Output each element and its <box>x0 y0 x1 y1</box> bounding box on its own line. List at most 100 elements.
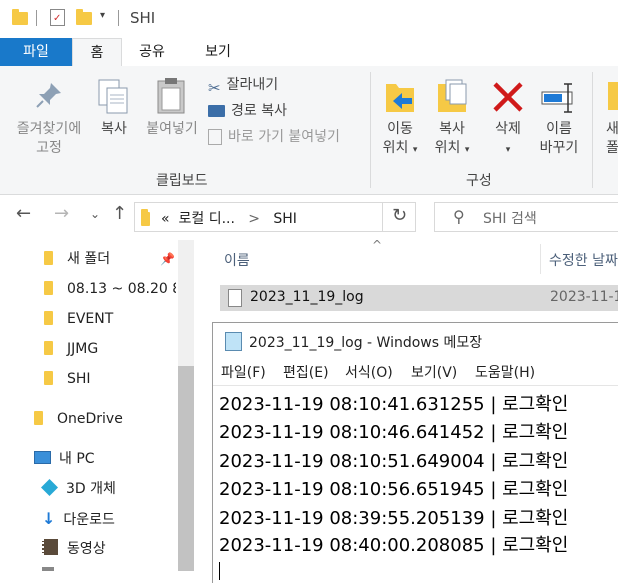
notepad-title-bar[interactable]: 2023_11_19_log - Windows 메모장 <box>213 323 618 359</box>
search-placeholder: SHI 검색 <box>483 211 537 227</box>
breadcrumb-shi[interactable]: SHI <box>273 211 297 227</box>
rename-button[interactable]: 이름 바꾸기 <box>534 76 584 168</box>
group-separator <box>592 72 593 188</box>
nav-item-label: EVENT <box>67 311 114 327</box>
text-file-icon <box>228 289 242 307</box>
paste-button[interactable]: 붙여넣기 <box>140 76 204 166</box>
tab-file[interactable]: 파일 <box>0 38 72 66</box>
delete-button[interactable]: 삭제 ▾ <box>484 76 532 168</box>
menu-edit[interactable]: 편집(E) <box>283 362 329 382</box>
up-arrow-icon[interactable]: ↑ <box>112 203 127 224</box>
forward-arrow-icon[interactable]: → <box>54 203 69 224</box>
copy-icon <box>98 79 128 114</box>
window-title: SHI <box>130 9 156 27</box>
properties-icon[interactable]: ✓ <box>50 9 65 26</box>
navigation-pane: 새 폴더 📌 08.13 ~ 08.20 8월 EVENT JJMG SHI O… <box>0 240 196 571</box>
new-folder-icon <box>608 82 618 110</box>
search-input[interactable]: ⚲ SHI 검색 <box>434 202 618 232</box>
path-overflow[interactable]: « <box>161 211 170 227</box>
nav-item-3d-objects[interactable]: 3D 개체 <box>41 477 116 501</box>
menu-help[interactable]: 도움말(H) <box>475 362 535 382</box>
delete-icon <box>493 82 523 112</box>
nav-item-label: 새 폴더 <box>67 251 111 267</box>
paste-shortcut-button[interactable]: 바로 가기 붙여넣기 <box>208 126 340 148</box>
cut-button[interactable]: ✂ 잘라내기 <box>208 74 278 97</box>
scissors-icon: ✂ <box>208 79 221 97</box>
nav-item-label: OneDrive <box>57 411 123 427</box>
menu-view[interactable]: 보기(V) <box>411 362 457 382</box>
chevron-down-icon: ▾ <box>505 145 511 155</box>
log-line: 2023-11-19 08:40:00.208085 | 로그확인 <box>219 535 569 556</box>
nav-item-new-folder[interactable]: 새 폴더 📌 <box>44 247 175 271</box>
log-line: 2023-11-19 08:39:55.205139 | 로그확인 <box>219 508 569 529</box>
navigation-bar: ← → ⌄ ↑ « 로컬 디... > SHI ↻ ⚲ SHI 검색 <box>0 195 618 239</box>
nav-item-aug[interactable]: 08.13 ~ 08.20 8월 <box>44 277 176 301</box>
rename-line1: 이름 <box>546 121 572 137</box>
menu-format[interactable]: 서식(O) <box>345 362 393 382</box>
menu-file[interactable]: 파일(F) <box>221 362 266 382</box>
pin-quick-access-button[interactable]: 즐겨찾기에 고정 <box>8 76 90 166</box>
group-separator <box>370 72 371 188</box>
log-line: 2023-11-19 08:10:46.641452 | 로그확인 <box>219 422 569 443</box>
paste-shortcut-icon <box>208 129 222 145</box>
paste-icon <box>157 78 185 114</box>
nav-item-shi[interactable]: SHI <box>44 367 91 391</box>
log-line: 2023-11-19 08:10:41.631255 | 로그확인 <box>219 394 569 415</box>
pin-label-line1: 즐겨찾기에 <box>16 121 82 137</box>
folder-icon <box>44 281 53 295</box>
nav-item-label: 08.13 ~ 08.20 8월 <box>67 281 176 297</box>
nav-item-downloads[interactable]: ↓ 다운로드 <box>42 507 115 531</box>
delete-label: 삭제 <box>495 121 521 137</box>
scrollbar-thumb[interactable] <box>178 366 194 571</box>
file-modified: 2023-11-19 <box>550 289 618 305</box>
nav-item-jjmg[interactable]: JJMG <box>44 337 98 361</box>
rename-line2: 바꾸기 <box>539 140 579 156</box>
nav-item-label: 동영상 <box>67 541 106 557</box>
recent-locations-chevron-icon[interactable]: ⌄ <box>90 207 100 221</box>
folder-icon <box>44 341 53 355</box>
copy-to-line2: 위치 <box>434 140 461 156</box>
back-arrow-icon[interactable]: ← <box>16 203 31 224</box>
address-bar[interactable]: « 로컬 디... > SHI <box>134 202 416 232</box>
notepad-menu-bar: 파일(F) 편집(E) 서식(O) 보기(V) 도움말(H) <box>213 359 618 385</box>
nav-item-videos[interactable]: 동영상 <box>42 537 106 561</box>
nav-item-partial <box>42 567 54 571</box>
nav-item-this-pc[interactable]: 내 PC <box>34 447 95 471</box>
refresh-icon[interactable]: ↻ <box>382 202 416 232</box>
file-row[interactable]: 2023_11_19_log 2023-11-19 <box>220 285 618 311</box>
separator <box>118 10 119 26</box>
navpane-scrollbar[interactable] <box>178 240 194 571</box>
move-to-line2: 위치 <box>382 140 409 156</box>
folder-icon <box>34 411 43 425</box>
copy-button[interactable]: 복사 <box>92 76 136 166</box>
log-line: 2023-11-19 08:10:51.649004 | 로그확인 <box>219 451 569 472</box>
nav-item-onedrive[interactable]: OneDrive <box>34 407 123 431</box>
breadcrumb-local-disk[interactable]: 로컬 디... <box>178 211 234 227</box>
separator <box>36 10 37 26</box>
copy-path-button[interactable]: 경로 복사 <box>208 100 287 122</box>
tab-view[interactable]: 보기 <box>188 38 248 66</box>
column-header-modified[interactable]: 수정한 날짜 <box>549 250 618 270</box>
move-to-button[interactable]: 이동 위치 ▾ <box>376 76 424 168</box>
paste-label: 붙여넣기 <box>146 121 198 137</box>
column-header-name[interactable]: 이름 <box>224 250 250 270</box>
nav-item-label: SHI <box>67 371 91 387</box>
new-folder-icon[interactable] <box>76 9 92 25</box>
nav-item-event[interactable]: EVENT <box>44 307 113 331</box>
tab-share[interactable]: 공유 <box>124 38 180 66</box>
copy-to-button[interactable]: 복사 위치 ▾ <box>428 76 476 168</box>
customize-dropdown-icon[interactable]: ▾ <box>100 10 105 21</box>
copy-path-icon <box>208 105 225 117</box>
nav-item-label: JJMG <box>67 341 99 357</box>
notepad-text-area[interactable]: 2023-11-19 08:10:41.631255 | 로그확인 2023-1… <box>213 385 618 586</box>
copy-label: 복사 <box>101 121 127 137</box>
breadcrumb-separator[interactable]: > <box>248 211 260 227</box>
tab-home[interactable]: 홈 <box>72 38 122 67</box>
new-folder-line2: 폴 <box>606 140 618 156</box>
notepad-icon <box>225 332 242 351</box>
new-folder-button[interactable]: 새 폴 <box>598 76 618 168</box>
download-icon: ↓ <box>42 509 56 528</box>
column-separator[interactable] <box>540 244 541 274</box>
folder-icon <box>44 311 53 325</box>
folder-icon <box>12 9 28 25</box>
